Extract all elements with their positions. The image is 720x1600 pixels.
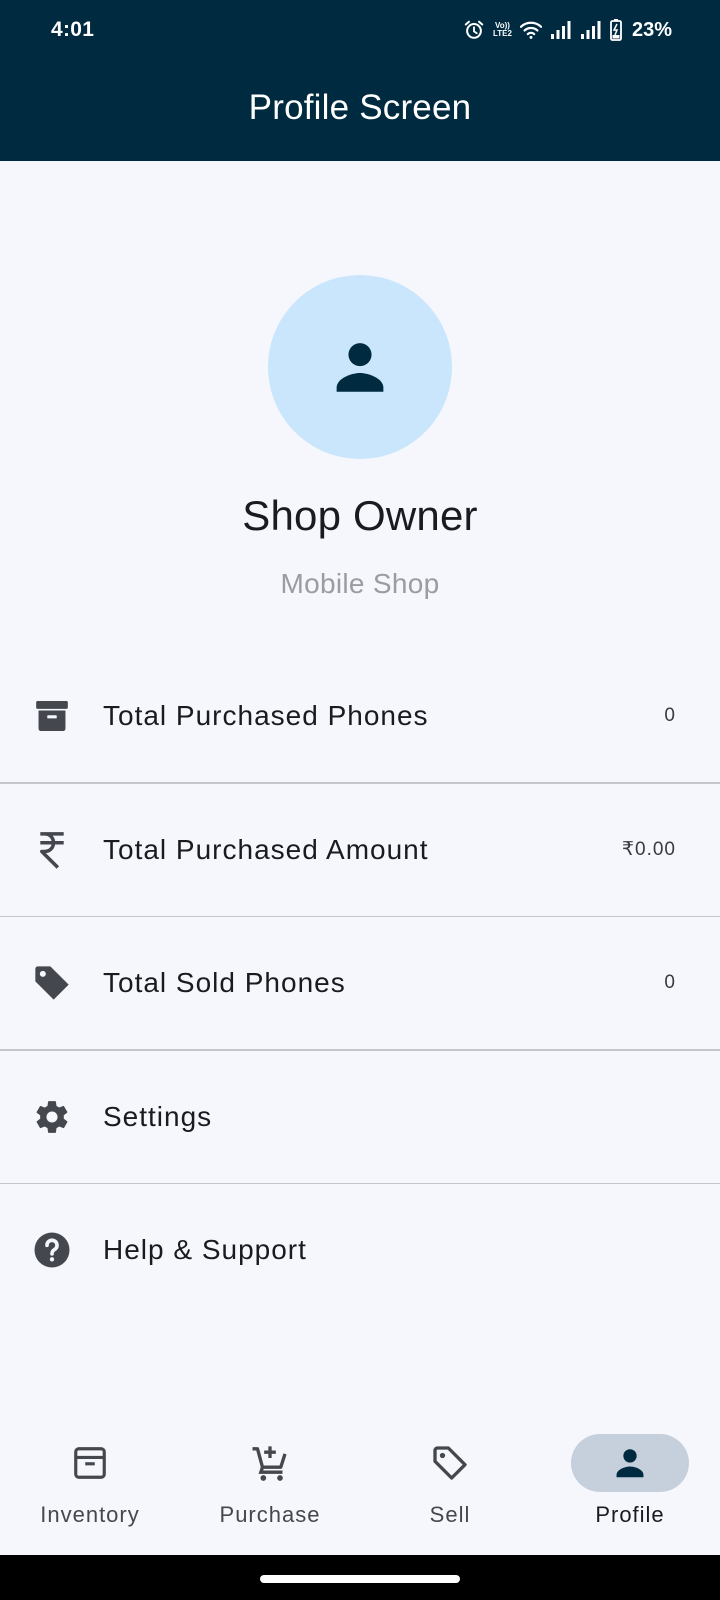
nav-item-sell[interactable]: Sell (360, 1410, 540, 1555)
volte-icon: Vo)) LTE2 (493, 22, 512, 38)
list-item-label: Settings (103, 1100, 213, 1132)
profile-screen: 4:01 Vo)) LTE2 23% Profile Screen Shop O… (0, 0, 720, 1600)
list-item-value: 0 (664, 705, 676, 726)
wifi-icon (519, 20, 542, 40)
bottom-navigation: Inventory Purchase Sell Profile (0, 1410, 720, 1555)
nav-item-profile[interactable]: Profile (540, 1410, 720, 1555)
list-item-value: 0 (664, 972, 676, 993)
list-item-total-sold-phones[interactable]: Total Sold Phones 0 (0, 917, 720, 1049)
signal-icon (550, 20, 572, 40)
status-bar: 4:01 Vo)) LTE2 23% (0, 0, 720, 60)
list-item-help-support[interactable]: Help & Support (0, 1184, 720, 1316)
nav-pill (391, 1434, 509, 1492)
tag-outline-icon (433, 1446, 467, 1480)
list-item-label: Help & Support (103, 1234, 307, 1265)
avatar[interactable] (268, 275, 452, 459)
person-icon (336, 343, 384, 392)
gear-icon (32, 1097, 72, 1137)
help-circle-icon (32, 1230, 72, 1270)
person-icon (616, 1449, 644, 1478)
archive-box-outline-icon (74, 1447, 106, 1479)
list-item-total-purchased-phones[interactable]: Total Purchased Phones 0 (0, 650, 720, 782)
list-item-label: Total Sold Phones (103, 967, 346, 998)
alarm-icon (463, 19, 485, 41)
nav-label: Profile (595, 1502, 665, 1527)
nav-pill (211, 1434, 329, 1492)
battery-percent: 23% (631, 18, 672, 41)
list-item-label: Total Purchased Phones (103, 700, 429, 731)
nav-item-purchase[interactable]: Purchase (180, 1410, 360, 1555)
nav-label: Purchase (219, 1502, 321, 1527)
signal-icon-2 (580, 20, 602, 40)
tag-icon (32, 963, 72, 1003)
lte-label: LTE2 (493, 29, 512, 38)
list-item-label: Total Purchased Amount (103, 833, 429, 865)
app-header: 4:01 Vo)) LTE2 23% Profile Screen (0, 0, 720, 161)
status-time: 4:01 (51, 18, 95, 41)
status-icons: Vo)) LTE2 23% (463, 16, 672, 44)
list-item-value: ₹0.00 (621, 839, 676, 860)
page-title: Profile Screen (248, 88, 472, 127)
system-gesture-area (0, 1555, 720, 1600)
nav-pill-active (571, 1434, 689, 1492)
profile-name: Shop Owner (242, 492, 478, 539)
list-item-settings[interactable]: Settings (0, 1051, 720, 1183)
nav-label: Sell (429, 1502, 471, 1527)
nav-pill (31, 1434, 149, 1492)
cart-plus-icon (252, 1446, 287, 1481)
battery-charging-icon (610, 19, 622, 41)
archive-box-icon (32, 696, 72, 736)
gesture-handle[interactable] (260, 1575, 460, 1583)
profile-menu-list: Total Purchased Phones 0 Total Purchased… (0, 650, 720, 1316)
nav-label: Inventory (40, 1502, 140, 1527)
list-item-total-purchased-amount[interactable]: Total Purchased Amount ₹0.00 (0, 784, 720, 916)
nav-item-inventory[interactable]: Inventory (0, 1410, 180, 1555)
profile-subtitle: Mobile Shop (280, 568, 440, 599)
rupee-icon (32, 830, 72, 870)
